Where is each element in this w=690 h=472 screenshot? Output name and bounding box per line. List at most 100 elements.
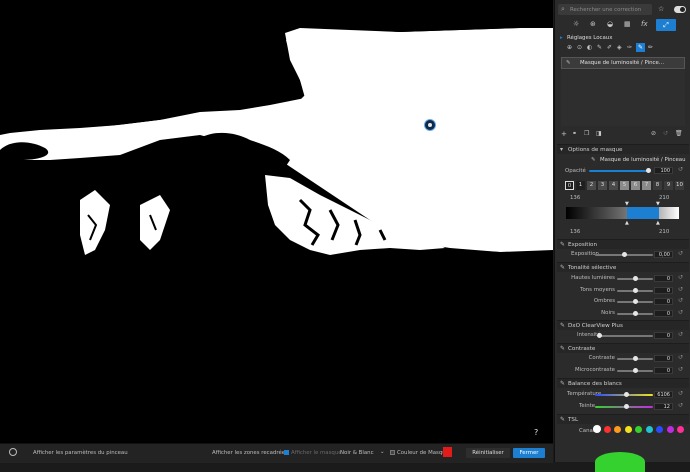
image-canvas[interactable]: ? (0, 0, 553, 443)
tsl-channel-3-swatch[interactable] (624, 426, 632, 433)
mask-list-item[interactable]: ✎ Masque de luminosité / Pince… (561, 57, 685, 69)
level-2-button[interactable]: 2 (587, 181, 596, 190)
level-1-button[interactable]: 1 (576, 181, 585, 190)
luminosity-range-selection[interactable] (627, 207, 659, 219)
reset-button[interactable]: Réinitialiser (466, 448, 510, 458)
section-selective-tone[interactable]: ✎ Tonalité sélective (557, 262, 689, 272)
reset-icon[interactable]: ↺ (678, 286, 683, 293)
tsl-channel-2-swatch[interactable] (614, 426, 621, 433)
reset-icon[interactable]: ↺ (678, 166, 683, 173)
reset-icon[interactable]: ↺ (678, 390, 683, 397)
clearview-slider[interactable] (599, 335, 653, 337)
tsl-channel-8-swatch[interactable] (677, 426, 684, 433)
temperature-value[interactable]: 6106 (654, 391, 673, 398)
reset-icon[interactable]: ↺ (678, 354, 683, 361)
brush-icon[interactable]: ✎ (597, 44, 602, 51)
tsl-channel-5-swatch[interactable] (645, 426, 653, 433)
reset-local-icon[interactable]: ↺ (663, 130, 668, 137)
level-5-button[interactable]: 5 (620, 181, 629, 190)
selective-row-2-value[interactable]: 0 (654, 298, 673, 305)
control-point-icon[interactable]: ⊕ (567, 44, 572, 51)
reset-icon[interactable]: ↺ (678, 297, 683, 304)
eraser-icon[interactable]: ◈ (617, 44, 622, 51)
section-mask-options[interactable]: ▾ Options de masque (557, 144, 689, 154)
tab-effects-icon[interactable]: fx (641, 20, 648, 28)
hide-icon[interactable]: ⊘ (651, 130, 656, 137)
luminosity-brush-icon[interactable]: ✎ (636, 43, 645, 52)
duplicate-icon[interactable]: ❐ (584, 130, 589, 137)
star-icon[interactable]: ☆ (658, 5, 664, 13)
color-brush-icon[interactable]: ✏ (648, 44, 653, 51)
reset-icon[interactable]: ↺ (678, 309, 683, 316)
range1-high-value[interactable]: 210 (659, 195, 669, 201)
brush-params-toggle[interactable]: Afficher les paramètres du pinceau (33, 450, 128, 456)
contrast-row-1-slider-knob[interactable] (632, 367, 638, 373)
section-contrast[interactable]: ✎ Contraste (557, 343, 689, 353)
range2-low-value[interactable]: 136 (570, 229, 580, 235)
tint-value[interactable]: 12 (654, 403, 673, 410)
section-exposure[interactable]: ✎ Exposition (557, 239, 689, 249)
reset-icon[interactable]: ↺ (678, 366, 683, 373)
level-4-button[interactable]: 4 (609, 181, 618, 190)
reset-icon[interactable]: ↺ (678, 274, 683, 281)
show-mask-checkbox[interactable] (284, 450, 289, 455)
mask-color-swatch[interactable] (443, 447, 452, 457)
tsl-channel-1-swatch[interactable] (603, 426, 611, 433)
range2-high-value[interactable]: 210 (659, 229, 669, 235)
help-icon[interactable]: ? (534, 428, 538, 437)
section-tsl[interactable]: ✎ TSL (557, 414, 689, 424)
level-7-button[interactable]: 7 (642, 181, 651, 190)
contrast-row-1-value[interactable]: 0 (654, 366, 673, 374)
selective-row-1-slider-knob[interactable] (632, 287, 638, 293)
level-6-button[interactable]: 6 (631, 181, 640, 190)
graduated-filter-icon[interactable]: ◐ (587, 44, 592, 51)
contrast-row-0-value[interactable]: 0 (654, 355, 673, 362)
level-9-button[interactable]: 9 (664, 181, 673, 190)
selective-row-3-slider-knob[interactable] (632, 310, 638, 316)
clearview-value[interactable]: 0 (654, 332, 673, 339)
selective-row-0-slider-knob[interactable] (632, 276, 638, 281)
range1-low-value[interactable]: 136 (570, 195, 580, 201)
luminosity-gradient-bar[interactable] (566, 207, 679, 219)
tab-detail-icon[interactable]: ◒ (607, 20, 613, 28)
selective-row-1-value[interactable]: 0 (654, 286, 673, 294)
opacity-slider[interactable] (589, 170, 649, 172)
level-0-button[interactable]: 0 (565, 181, 574, 190)
exposure-slider-knob[interactable] (622, 252, 627, 257)
brush-settings-icon[interactable] (9, 448, 17, 456)
tsl-channel-7-swatch[interactable] (666, 426, 674, 433)
tsl-channel-4-swatch[interactable] (635, 426, 642, 433)
reset-icon[interactable]: ↺ (678, 402, 683, 409)
selective-row-0-value[interactable]: 0 (654, 275, 673, 282)
level-8-button[interactable]: 8 (653, 181, 662, 190)
tab-local-adjustments-icon[interactable]: ⤢ (656, 19, 676, 31)
search-field[interactable]: ⌕ Rechercher une correction (558, 4, 652, 15)
mode-select[interactable]: Noir & Blanc ⌄ (338, 447, 386, 458)
level-3-button[interactable]: 3 (598, 181, 607, 190)
add-icon[interactable]: + (561, 130, 567, 138)
auto-mask-icon[interactable]: ✐ (607, 44, 612, 51)
tab-color-icon[interactable]: ⊛ (590, 20, 596, 28)
collapse-arrow-icon[interactable]: ▸ (560, 35, 563, 41)
eye-toggle-icon[interactable] (674, 6, 686, 13)
invert-icon[interactable]: ◨ (596, 130, 602, 137)
tsl-channel-6-swatch[interactable] (656, 426, 663, 433)
level-10-button[interactable]: 10 (675, 181, 684, 190)
selective-row-3-value[interactable]: 0 (654, 309, 673, 317)
clearview-slider-knob[interactable] (597, 333, 602, 338)
opacity-slider-knob[interactable] (646, 168, 651, 173)
tint-slider-knob[interactable] (624, 404, 630, 409)
contrast-row-0-slider-knob[interactable] (632, 356, 638, 361)
reset-icon[interactable]: ↺ (678, 331, 683, 338)
section-clearview[interactable]: ✎ DxO ClearView Plus (557, 320, 689, 330)
trash-icon[interactable]: 🗑 (675, 130, 683, 137)
selective-row-2-slider-knob[interactable] (632, 299, 638, 304)
opacity-value[interactable]: 100 (654, 167, 673, 174)
section-white-balance[interactable]: ✎ Balance des blancs (557, 378, 689, 388)
reset-icon[interactable]: ↺ (678, 250, 683, 257)
mask-color-checkbox[interactable] (390, 450, 395, 455)
control-line-icon[interactable]: ⊙ (577, 44, 582, 51)
pipette-icon[interactable]: ✑ (627, 44, 632, 51)
link-icon[interactable]: ⚭ (572, 130, 577, 137)
tab-geometry-icon[interactable]: ▦ (624, 20, 631, 28)
